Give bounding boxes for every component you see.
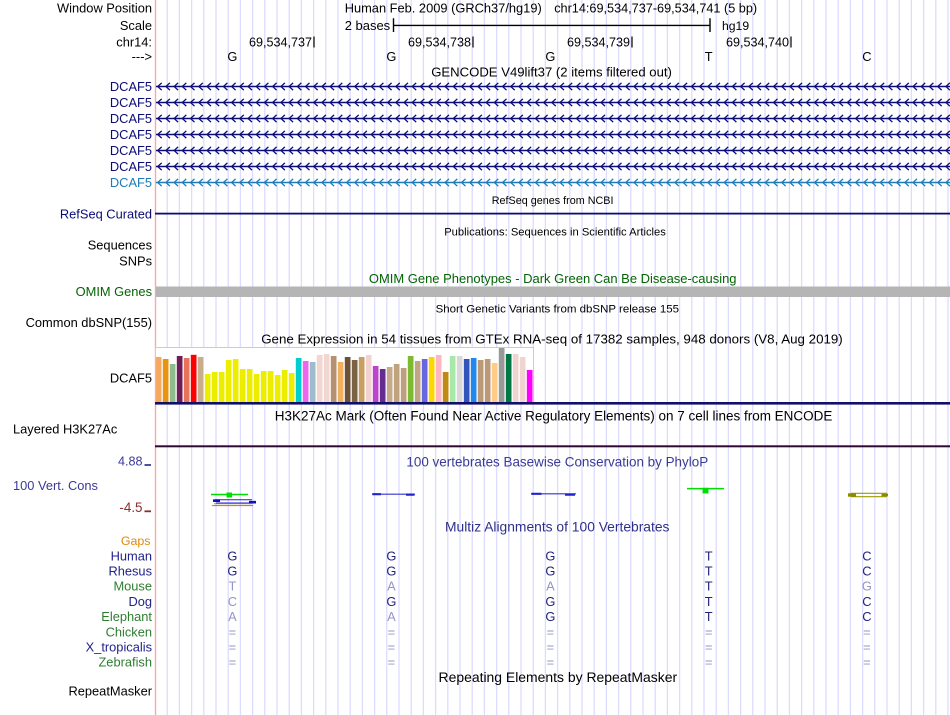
svg-text:4.88: 4.88 xyxy=(118,455,143,469)
svg-text:RefSeq genes from NCBI: RefSeq genes from NCBI xyxy=(492,195,614,207)
svg-text:DCAF5: DCAF5 xyxy=(110,127,152,142)
svg-text:Common dbSNP(155): Common dbSNP(155) xyxy=(26,315,152,330)
svg-text:G: G xyxy=(545,548,555,563)
svg-text:Dog: Dog xyxy=(128,594,152,609)
svg-text:G: G xyxy=(545,594,555,609)
svg-text:T: T xyxy=(228,579,236,594)
svg-text:Gaps: Gaps xyxy=(121,534,151,548)
svg-text:100 vertebrates Basewise Conse: 100 vertebrates Basewise Conservation by… xyxy=(406,454,708,469)
svg-text:Rhesus: Rhesus xyxy=(108,564,152,579)
svg-text:G: G xyxy=(386,49,396,64)
svg-text:Sequences: Sequences xyxy=(88,237,152,252)
svg-text:DCAF5: DCAF5 xyxy=(110,175,152,190)
svg-text:2 bases: 2 bases xyxy=(345,18,391,33)
svg-text:=: = xyxy=(547,655,555,670)
svg-text:DCAF5: DCAF5 xyxy=(110,143,152,158)
svg-text:Elephant: Elephant xyxy=(101,609,152,624)
svg-text:DCAF5: DCAF5 xyxy=(110,79,152,94)
svg-text:A: A xyxy=(228,609,237,624)
svg-text:=: = xyxy=(705,655,713,670)
svg-text:C: C xyxy=(862,564,871,579)
svg-text:=: = xyxy=(547,640,555,655)
svg-text:=: = xyxy=(388,640,396,655)
svg-text:DCAF5: DCAF5 xyxy=(110,111,152,126)
svg-text:Publications: Sequences in Sci: Publications: Sequences in Scientific Ar… xyxy=(444,227,666,239)
svg-text:=: = xyxy=(863,655,871,670)
svg-text:H3K27Ac Mark (Often Found Near: H3K27Ac Mark (Often Found Near Active Re… xyxy=(275,408,833,423)
svg-text:=: = xyxy=(547,624,555,639)
svg-text:G: G xyxy=(545,49,555,64)
svg-text:Human: Human xyxy=(111,548,152,563)
svg-text:--->: ---> xyxy=(132,49,152,64)
svg-text:T: T xyxy=(705,548,713,563)
svg-text:A: A xyxy=(387,579,396,594)
svg-text:-4.5: -4.5 xyxy=(119,500,142,515)
svg-text:=: = xyxy=(388,655,396,670)
svg-text:SNPs: SNPs xyxy=(119,253,152,268)
svg-text:G: G xyxy=(386,548,396,563)
svg-text:T: T xyxy=(705,594,713,609)
svg-text:hg19: hg19 xyxy=(722,19,749,33)
svg-text:OMIM Genes: OMIM Genes xyxy=(76,284,152,299)
svg-text:69,534,739: 69,534,739 xyxy=(567,36,630,50)
svg-text:Repeating Elements by RepeatMa: Repeating Elements by RepeatMasker xyxy=(439,669,678,685)
svg-text:C: C xyxy=(862,594,871,609)
svg-text:T: T xyxy=(705,49,713,64)
svg-text:G: G xyxy=(227,564,237,579)
svg-text:C: C xyxy=(862,609,871,624)
svg-text:=: = xyxy=(705,640,713,655)
svg-text:C: C xyxy=(862,548,871,563)
svg-text:69,534,740: 69,534,740 xyxy=(726,36,789,50)
svg-text:G: G xyxy=(862,579,872,594)
svg-text:Chicken: Chicken xyxy=(106,624,152,639)
svg-text:=: = xyxy=(863,624,871,639)
svg-text:100 Vert. Cons: 100 Vert. Cons xyxy=(13,478,98,493)
svg-text:G: G xyxy=(386,594,396,609)
svg-text:A: A xyxy=(546,579,555,594)
svg-text:=: = xyxy=(863,640,871,655)
svg-text:chr14:: chr14: xyxy=(116,35,152,50)
svg-text:=: = xyxy=(229,655,237,670)
svg-text:=: = xyxy=(705,624,713,639)
svg-text:Human Feb. 2009 (GRCh37/hg19): Human Feb. 2009 (GRCh37/hg19) xyxy=(345,1,542,16)
svg-text:C: C xyxy=(862,49,871,64)
svg-text:G: G xyxy=(227,49,237,64)
svg-text:T: T xyxy=(705,609,713,624)
svg-text:Window Position: Window Position xyxy=(57,1,152,16)
svg-text:T: T xyxy=(705,564,713,579)
svg-text:RepeatMasker: RepeatMasker xyxy=(68,683,152,698)
svg-text:DCAF5: DCAF5 xyxy=(110,370,152,385)
svg-text:69,534,738: 69,534,738 xyxy=(408,36,471,50)
svg-text:chr14:69,534,737-69,534,741 (5: chr14:69,534,737-69,534,741 (5 bp) xyxy=(554,2,757,16)
svg-text:Multiz Alignments of 100 Verte: Multiz Alignments of 100 Vertebrates xyxy=(445,518,670,534)
svg-text:DCAF5: DCAF5 xyxy=(110,159,152,174)
svg-text:A: A xyxy=(387,609,396,624)
svg-text:Gene Expression in 54 tissues: Gene Expression in 54 tissues from GTEx … xyxy=(261,332,843,347)
svg-text:DCAF5: DCAF5 xyxy=(110,95,152,110)
svg-text:Scale: Scale xyxy=(120,18,152,33)
svg-text:T: T xyxy=(705,579,713,594)
svg-text:GENCODE V49lift37 (2 items fil: GENCODE V49lift37 (2 items filtered out) xyxy=(431,65,672,80)
svg-text:Layered H3K27Ac: Layered H3K27Ac xyxy=(13,422,118,437)
svg-text:Mouse: Mouse xyxy=(113,579,152,594)
svg-text:69,534,737: 69,534,737 xyxy=(249,36,312,50)
svg-text:=: = xyxy=(229,640,237,655)
svg-text:OMIM Gene Phenotypes - Dark Gr: OMIM Gene Phenotypes - Dark Green Can Be… xyxy=(369,271,737,286)
svg-text:=: = xyxy=(388,624,396,639)
svg-text:G: G xyxy=(386,564,396,579)
svg-text:G: G xyxy=(545,564,555,579)
svg-text:=: = xyxy=(229,624,237,639)
svg-text:G: G xyxy=(545,609,555,624)
svg-text:C: C xyxy=(228,594,237,609)
svg-text:X_tropicalis: X_tropicalis xyxy=(86,640,152,655)
svg-text:RefSeq Curated: RefSeq Curated xyxy=(60,207,152,222)
svg-text:Zebrafish: Zebrafish xyxy=(98,655,152,670)
svg-text:Short Genetic Variants from db: Short Genetic Variants from dbSNP releas… xyxy=(436,303,679,315)
svg-text:G: G xyxy=(227,548,237,563)
